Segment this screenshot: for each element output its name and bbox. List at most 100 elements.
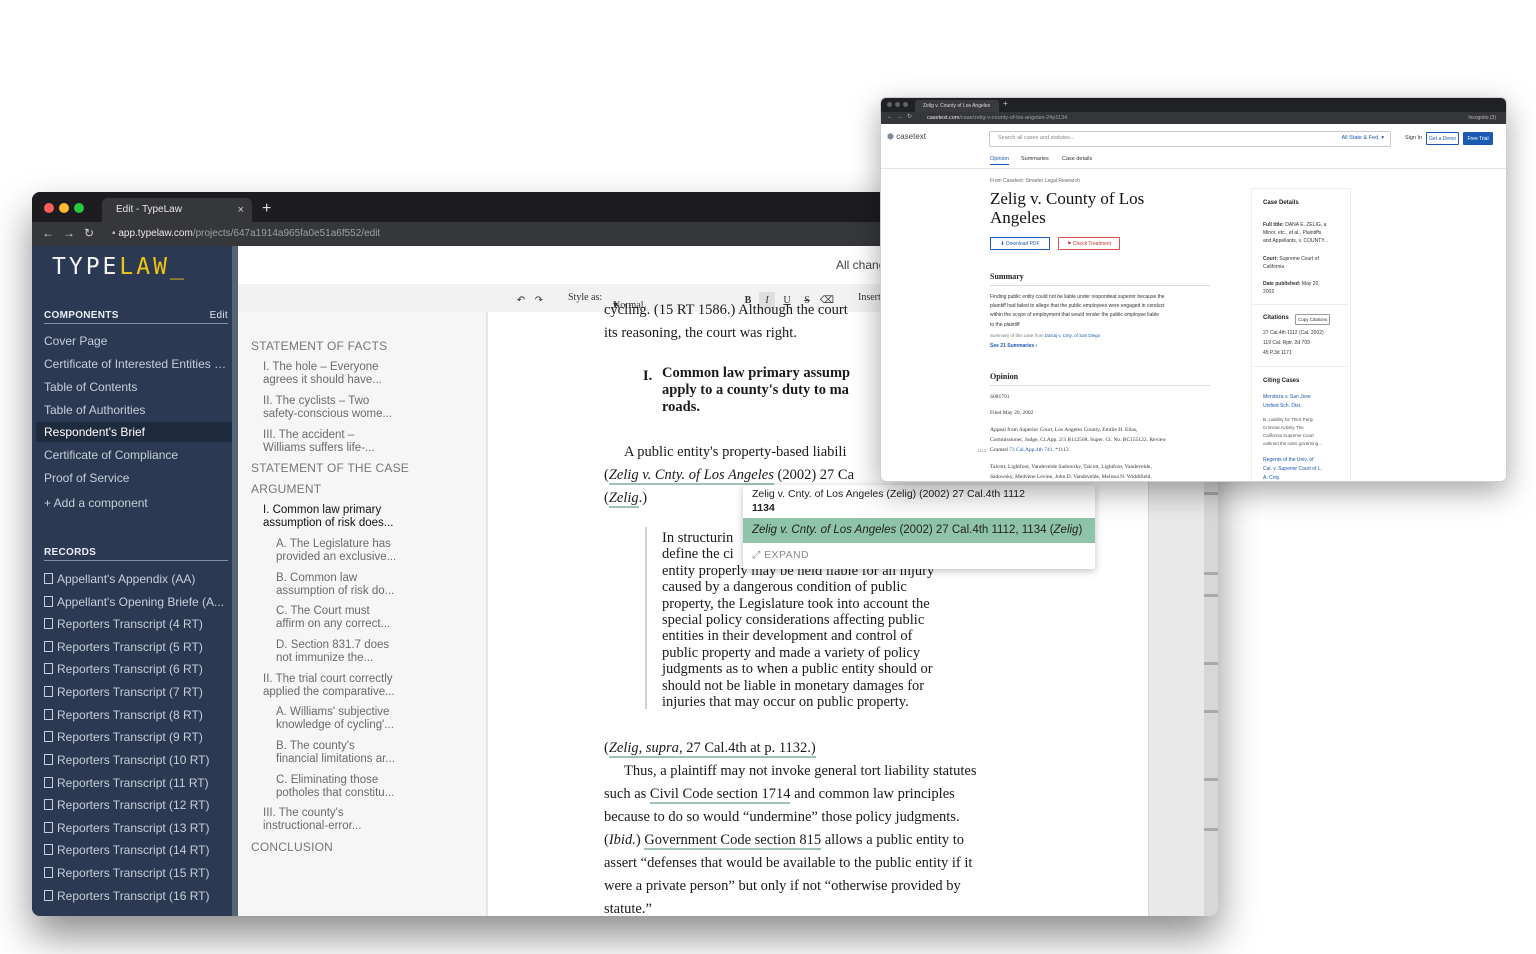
suggested-citation[interactable]: Zelig v. Cnty. of Los Angeles (2002) 27 …: [743, 518, 1095, 543]
browser-tab[interactable]: Edit - TypeLaw ×: [102, 198, 252, 222]
tab-close-icon[interactable]: ×: [238, 198, 244, 222]
typelaw-logo[interactable]: TYPELAW_: [52, 254, 187, 280]
record-item[interactable]: Reporters Transcript (11 RT): [44, 776, 230, 790]
outline-item[interactable]: A. The Legislature has: [276, 538, 391, 551]
statute-citation[interactable]: Civil Code section 1714: [649, 786, 791, 804]
add-component-button[interactable]: + Add a component: [44, 496, 230, 510]
record-item[interactable]: Reporters Transcript (13 RT): [44, 821, 230, 835]
citing-case-item[interactable]: Regents of the Univ. of Cal. v. Superior…: [1263, 456, 1322, 481]
close-window-dot[interactable]: [44, 203, 54, 213]
redo-icon[interactable]: ↷: [531, 292, 547, 309]
component-proof-of-service[interactable]: Proof of Service: [44, 471, 230, 485]
outline-item-cont[interactable]: safety-conscious wome...: [263, 408, 392, 421]
edit-components-button[interactable]: Edit: [210, 310, 228, 321]
component-respondents-brief[interactable]: Respondent's Brief: [36, 422, 232, 442]
maximize-window-dot[interactable]: [903, 102, 908, 107]
outline-item[interactable]: C. The Court must: [276, 605, 370, 618]
outline-item-cont[interactable]: potholes that constitu...: [276, 787, 394, 800]
sign-in-link[interactable]: Sign In: [1405, 135, 1422, 141]
url-text[interactable]: casetext.com/case/zelig-v-county-of-los-…: [927, 113, 1067, 123]
jurisdiction-select[interactable]: All State & Fed. ▾: [1341, 135, 1384, 141]
component-certificate-compliance[interactable]: Certificate of Compliance: [44, 448, 230, 462]
summary-source-link[interactable]: Darraj v. Cnty. of San Diego: [1045, 333, 1100, 338]
outline-item-cont[interactable]: affirm on any correct...: [276, 618, 390, 631]
outline-item[interactable]: A. Williams' subjective: [276, 706, 389, 719]
editor-scroll-track[interactable]: [1204, 472, 1218, 916]
appeal-citation-link[interactable]: 73 Cal.App.4th 741: [1009, 447, 1052, 453]
supra-citation[interactable]: Zelig, supra: [608, 740, 679, 758]
case-search-input[interactable]: Search all cases and statutes... All Sta…: [989, 131, 1391, 147]
raw-citation[interactable]: Zelig v. Cnty. of Los Angeles (Zelig) (2…: [752, 487, 1082, 515]
record-item[interactable]: Reporters Transcript (4 RT): [44, 617, 230, 631]
outline-item[interactable]: D. Section 831.7 does: [276, 639, 389, 652]
outline-item-cont[interactable]: assumption of risk do...: [276, 585, 394, 598]
outline-item-cont[interactable]: financial limitations ar...: [276, 753, 395, 766]
outline-item-cont[interactable]: provided an exclusive...: [276, 551, 396, 564]
short-citation[interactable]: Zelig: [608, 490, 639, 508]
get-demo-button[interactable]: Get a Demo: [1426, 132, 1459, 145]
outline-item[interactable]: III. The county's: [263, 807, 344, 820]
record-item[interactable]: Reporters Transcript (15 RT): [44, 866, 230, 880]
component-cover-page[interactable]: Cover Page: [44, 334, 230, 348]
back-arrow-icon[interactable]: ←: [42, 226, 63, 240]
casetext-logo[interactable]: ⬢ casetext: [887, 132, 926, 141]
outline-item-cont[interactable]: agrees it should have...: [263, 374, 382, 387]
ibid-citation[interactable]: Ibid.: [609, 832, 636, 848]
record-item[interactable]: Reporters Transcript (16 RT): [44, 889, 230, 903]
new-tab-icon[interactable]: +: [262, 198, 271, 220]
tab-summaries[interactable]: Summaries: [1021, 156, 1049, 162]
outline-item[interactable]: B. Common law: [276, 572, 357, 585]
outline-item[interactable]: C. Eliminating those: [276, 774, 378, 787]
record-item[interactable]: Appellant's Opening Briefe (A...: [44, 595, 230, 609]
new-tab-icon[interactable]: +: [1003, 99, 1008, 108]
outline-item-cont[interactable]: knowledge of cycling'...: [276, 719, 394, 732]
maximize-window-dot[interactable]: [74, 203, 84, 213]
download-pdf-button[interactable]: ⬇ Download PDF: [990, 237, 1050, 250]
outline-item[interactable]: CONCLUSION: [251, 841, 333, 854]
copy-citations-button[interactable]: Copy Citations: [1295, 314, 1331, 325]
record-item[interactable]: Appellant's Appendix (AA): [44, 572, 230, 586]
outline-item-current-cont[interactable]: assumption of risk does...: [263, 517, 393, 530]
component-table-of-authorities[interactable]: Table of Authorities: [44, 403, 230, 417]
record-item[interactable]: Reporters Transcript (6 RT): [44, 662, 230, 676]
outline-item-current[interactable]: I. Common law primary: [263, 504, 381, 517]
expand-button[interactable]: ⤢ EXPAND: [752, 549, 809, 562]
outline-item[interactable]: I. The hole – Everyone: [263, 361, 379, 374]
statute-citation[interactable]: Government Code section 815: [644, 832, 822, 850]
free-trial-button[interactable]: Free Trial: [1463, 132, 1493, 145]
record-item[interactable]: Reporters Transcript (14 RT): [44, 843, 230, 857]
forward-arrow-icon[interactable]: →: [63, 226, 84, 240]
see-summaries-link[interactable]: See 21 Summaries ›: [990, 343, 1037, 350]
record-item[interactable]: Reporters Transcript (8 RT): [44, 708, 230, 722]
undo-icon[interactable]: ↶: [513, 292, 529, 309]
component-certificate-interested[interactable]: Certificate of Interested Entities o...: [44, 357, 230, 371]
outline-item[interactable]: II. The cyclists – Two: [263, 395, 369, 408]
outline-item[interactable]: III. The accident –: [263, 429, 354, 442]
tab-case-details[interactable]: Case details: [1062, 156, 1092, 162]
url-text[interactable]: ▪ app.typelaw.com/projects/647a1914a965f…: [112, 226, 380, 242]
record-item[interactable]: Reporters Transcript (5 RT): [44, 640, 230, 654]
outline-item[interactable]: B. The county's: [276, 740, 355, 753]
outline-item[interactable]: ARGUMENT: [251, 483, 321, 496]
close-window-dot[interactable]: [887, 102, 892, 107]
case-citation[interactable]: Zelig v. Cnty. of Los Angeles: [608, 467, 774, 485]
minimize-window-dot[interactable]: [59, 203, 69, 213]
check-treatment-button[interactable]: ⚑ Check Treatment: [1058, 237, 1120, 250]
outline-item-cont[interactable]: applied the comparative...: [263, 686, 395, 699]
citing-case-item[interactable]: Mendoza v. San Jose Unified Sch. Dist.: [1263, 393, 1311, 411]
tab-opinion[interactable]: Opinion: [990, 156, 1009, 165]
outline-item[interactable]: II. The trial court correctly: [263, 673, 393, 686]
insert-menu[interactable]: Insert: [858, 292, 881, 303]
browser-tab[interactable]: Zelig v. County of Los Angeles: [915, 100, 999, 112]
reload-icon[interactable]: ↻: [84, 226, 103, 240]
record-item[interactable]: Reporters Transcript (12 RT): [44, 798, 230, 812]
record-item[interactable]: Reporters Transcript (7 RT): [44, 685, 230, 699]
incognito-badge[interactable]: Incognito (3): [1468, 113, 1496, 123]
outline-item[interactable]: STATEMENT OF THE CASE: [251, 462, 409, 475]
outline-item-cont[interactable]: not immunize the...: [276, 652, 373, 665]
record-item[interactable]: Reporters Transcript (9 RT): [44, 730, 230, 744]
address-bar[interactable]: ←→↻ casetext.com/case/zelig-v-county-of-…: [881, 112, 1506, 124]
minimize-window-dot[interactable]: [895, 102, 900, 107]
outline-item-cont[interactable]: Williams suffers life-...: [263, 442, 375, 455]
nav-icons[interactable]: ←→↻: [887, 113, 916, 120]
